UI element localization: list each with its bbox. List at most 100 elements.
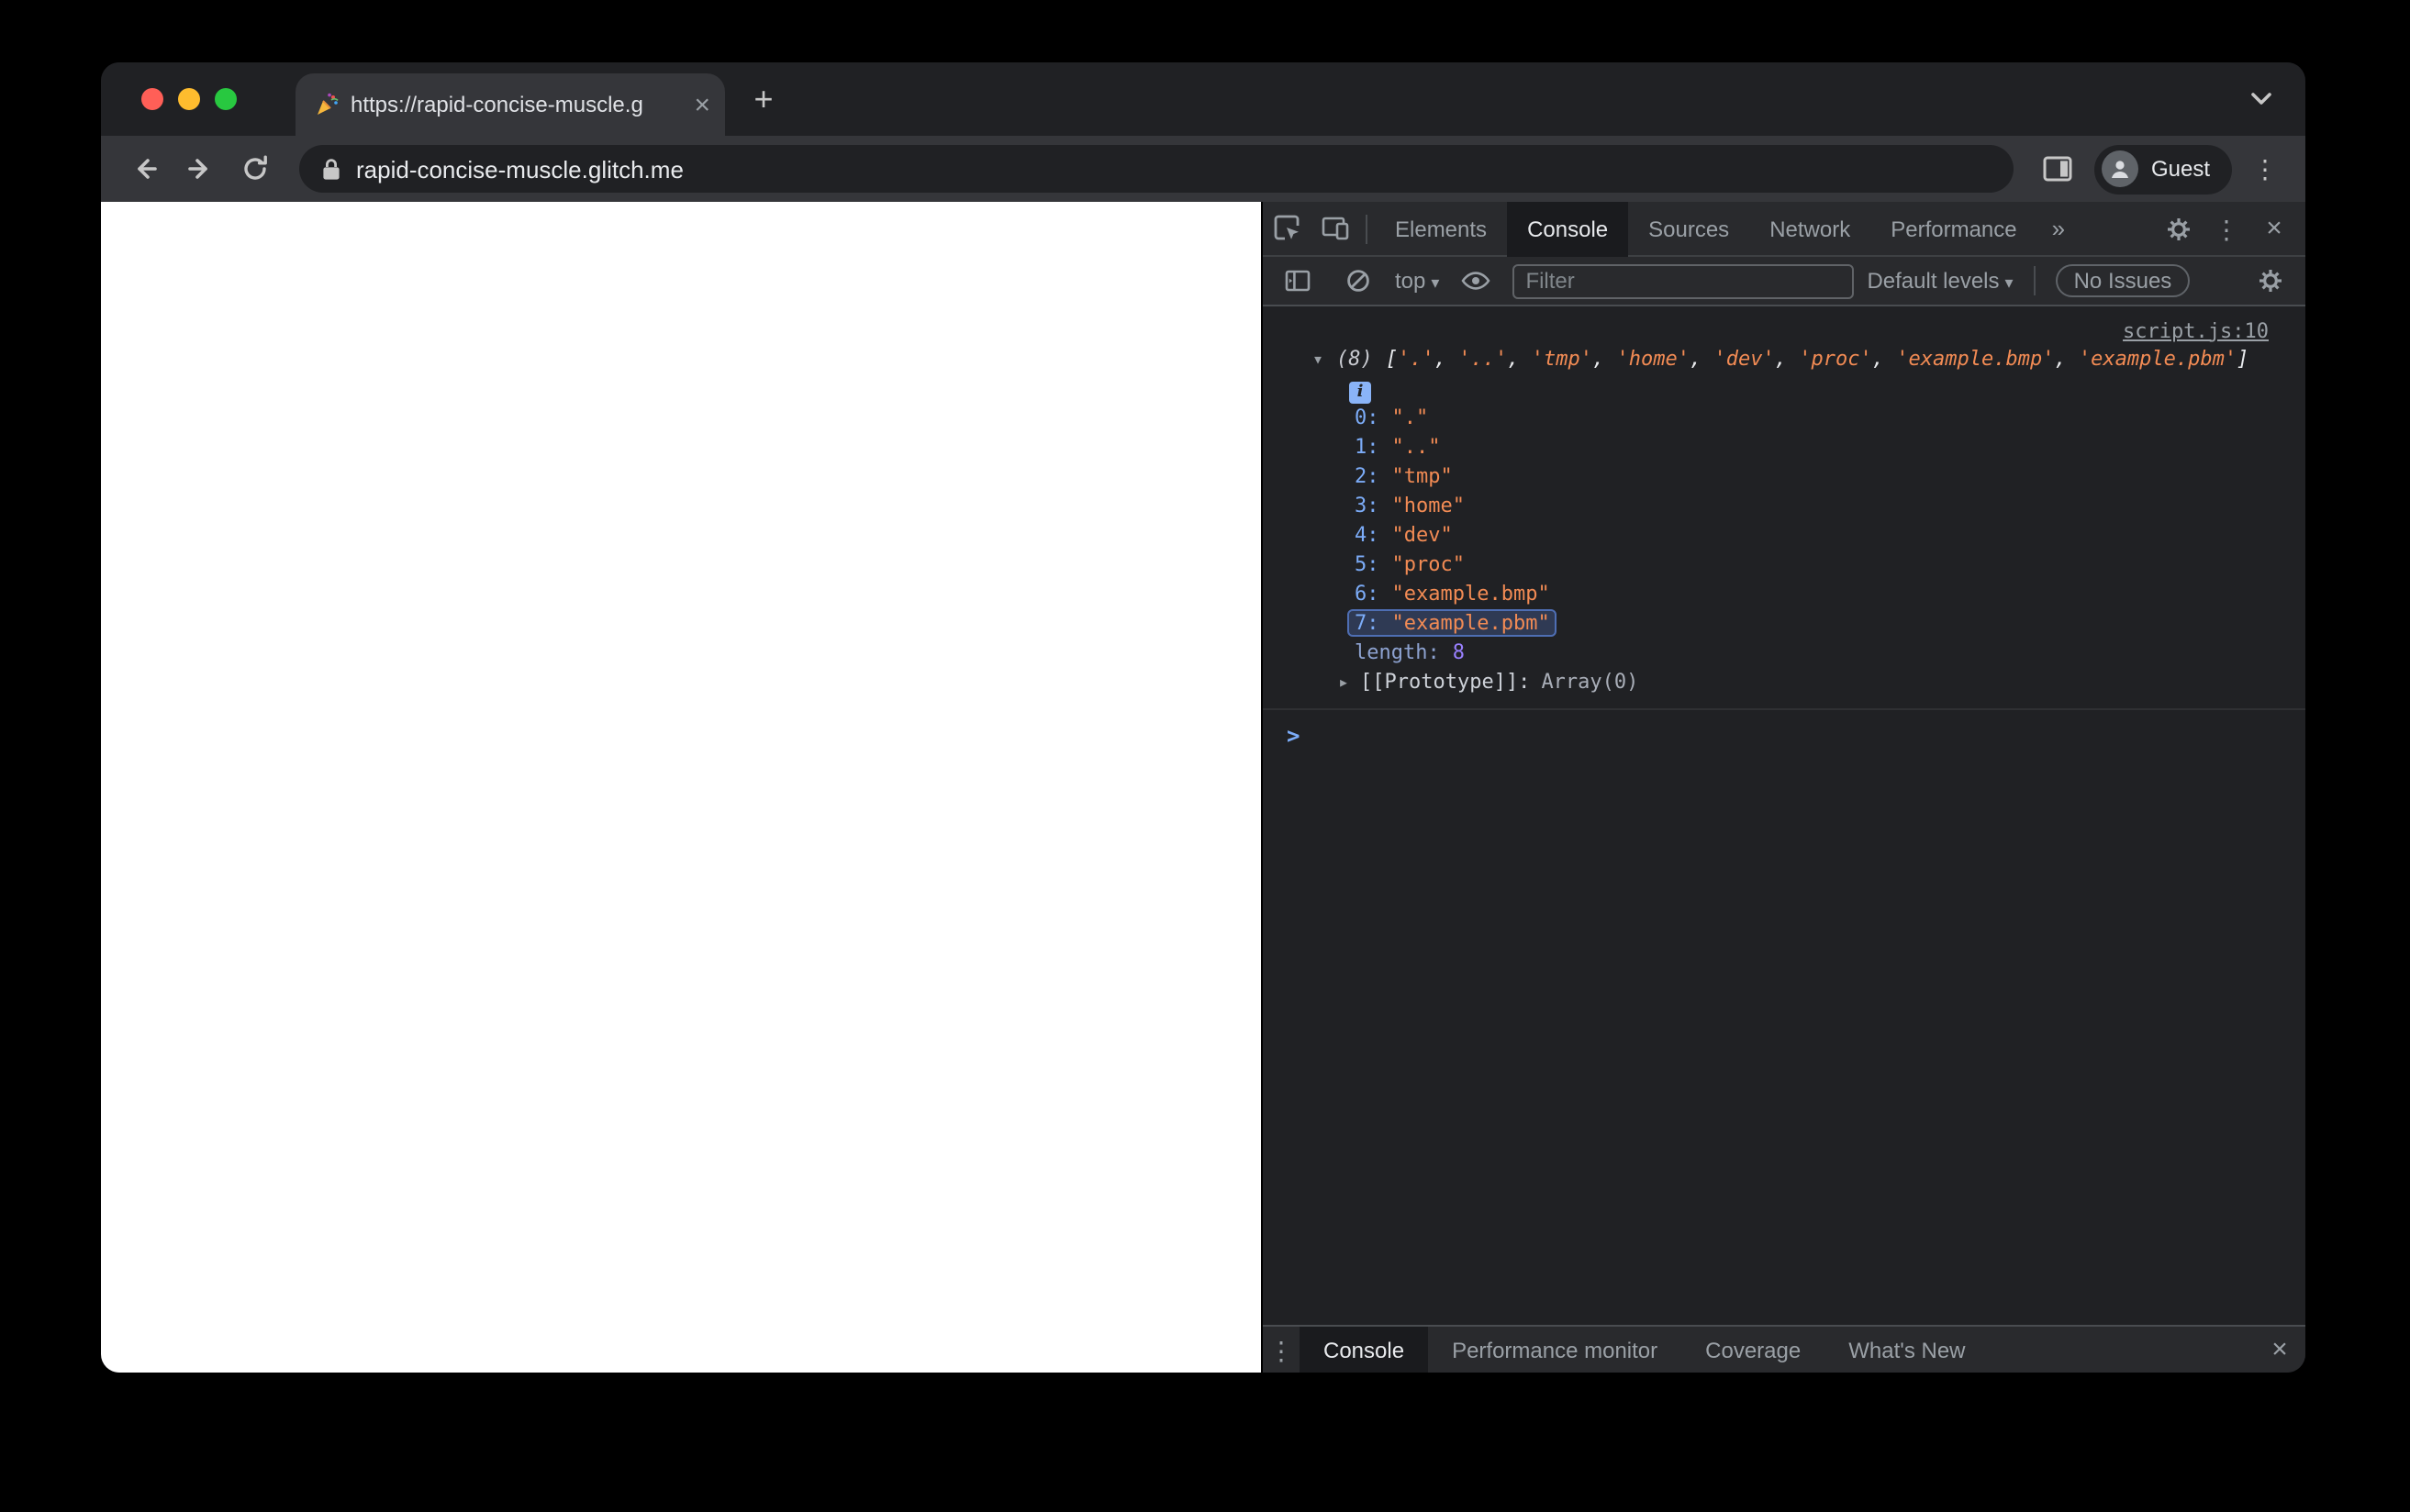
url-text: rapid-concise-muscle.glitch.me [356, 155, 684, 183]
devtools-tabbar-actions [2155, 205, 2305, 252]
bracket: ] [2237, 347, 2249, 371]
array-entry: 3: "home" [1263, 492, 2305, 521]
preview-item: '..' [1458, 347, 1508, 371]
separator: , [1774, 347, 1800, 371]
browser-toolbar: rapid-concise-muscle.glitch.me Guest [101, 136, 2305, 202]
separator: , [2054, 347, 2079, 371]
expand-triangle-icon[interactable] [1338, 670, 1349, 699]
entry-key: 0: [1355, 406, 1379, 429]
entry-key: 5: [1355, 552, 1379, 576]
array-length-badge: (8) [1336, 347, 1373, 371]
console-message: (8) ['.', '..', 'tmp', 'home', 'dev', 'pr… [1263, 345, 2305, 710]
info-row: i [1263, 376, 2305, 404]
context-selector-label: top [1395, 268, 1426, 294]
tab-performance[interactable]: Performance [1870, 201, 2036, 256]
reload-button[interactable] [229, 143, 281, 195]
bracket: [ [1385, 347, 1398, 371]
entry-key: 7: [1355, 611, 1379, 635]
separator: , [1434, 347, 1459, 371]
length-key: length: [1355, 640, 1440, 664]
desktop: https://rapid-concise-muscle.g × + rapid… [0, 0, 2410, 1512]
drawer-close-icon[interactable] [2254, 1326, 2305, 1373]
console-prompt[interactable]: > [1263, 721, 2305, 752]
entry-value: "proc" [1391, 552, 1466, 576]
tab-sources[interactable]: Sources [1628, 201, 1749, 256]
browser-tab[interactable]: https://rapid-concise-muscle.g [296, 73, 725, 136]
entry-value: "home" [1391, 494, 1466, 517]
dropdown-arrow-icon [1431, 268, 1439, 294]
back-button[interactable] [119, 143, 171, 195]
drawer-tab-console[interactable]: Console [1300, 1326, 1429, 1373]
profile-name: Guest [2150, 156, 2210, 182]
entry-key: 1: [1355, 435, 1379, 459]
console-sidebar-icon[interactable] [1274, 257, 1322, 305]
drawer-tab-whats-new[interactable]: What's New [1824, 1326, 1989, 1373]
window-maximize-button[interactable] [215, 88, 237, 110]
array-preview-row: (8) ['.', '..', 'tmp', 'home', 'dev', 'pr… [1263, 345, 2305, 376]
new-tab-button[interactable] [740, 75, 787, 123]
drawer-tab-performance-monitor[interactable]: Performance monitor [1428, 1326, 1681, 1373]
drawer-menu-icon[interactable] [1263, 1326, 1300, 1373]
side-panel-button[interactable] [2032, 143, 2083, 195]
separator: , [1592, 347, 1617, 371]
live-expression-eye-icon[interactable] [1452, 257, 1500, 305]
preview-item: 'dev' [1713, 347, 1775, 371]
console-settings-gear-icon[interactable] [2247, 257, 2294, 305]
browser-menu-icon[interactable] [2243, 147, 2287, 191]
entry-value: "." [1391, 406, 1429, 429]
lock-icon [321, 157, 341, 181]
page-viewport [101, 202, 1261, 1373]
tab-search-chevron-icon[interactable] [2250, 92, 2272, 106]
devtools-panel: Elements Console Sources Network Perform… [1261, 201, 2305, 1373]
profile-button[interactable]: Guest [2093, 144, 2232, 194]
clear-console-icon[interactable] [1334, 257, 1382, 305]
info-icon[interactable]: i [1349, 382, 1371, 404]
prototype-row: [[Prototype]]: Array(0) [1263, 668, 2305, 699]
array-entry: 1: ".." [1263, 433, 2305, 462]
entry-value: "example.bmp" [1391, 582, 1550, 606]
console-output: script.js:10 (8) ['.', '..', 'tmp', 'home… [1263, 306, 2305, 1325]
tab-title: https://rapid-concise-muscle.g [351, 92, 643, 117]
device-toolbar-icon[interactable] [1311, 205, 1358, 252]
entry-value: "example.pbm" [1391, 611, 1550, 635]
drawer-tab-coverage[interactable]: Coverage [1681, 1326, 1824, 1373]
array-entry: 4: "dev" [1263, 521, 2305, 550]
party-popper-favicon-icon [314, 92, 340, 117]
devtools-close-icon[interactable] [2250, 205, 2298, 252]
window-minimize-button[interactable] [178, 88, 200, 110]
tab-network[interactable]: Network [1749, 201, 1870, 256]
issues-badge[interactable]: No Issues [2055, 264, 2191, 297]
array-entry: 2: "tmp" [1263, 462, 2305, 492]
array-entry-highlighted: 7: "example.pbm" [1263, 609, 2305, 639]
window-close-button[interactable] [141, 88, 163, 110]
tab-console[interactable]: Console [1507, 201, 1629, 256]
avatar-icon [2101, 150, 2138, 187]
address-bar[interactable]: rapid-concise-muscle.glitch.me [299, 145, 2014, 193]
window-controls [101, 88, 262, 110]
devtools-drawer-bar: Console Performance monitor Coverage Wha… [1263, 1325, 2305, 1373]
forward-button[interactable] [174, 143, 226, 195]
preview-item: 'tmp' [1531, 347, 1592, 371]
log-levels-selector[interactable]: Default levels [1867, 268, 2013, 294]
inspect-element-icon[interactable] [1263, 205, 1311, 252]
entry-key: 6: [1355, 582, 1379, 606]
prototype-value: Array(0) [1541, 670, 1639, 694]
log-levels-label: Default levels [1867, 268, 2000, 294]
tab-close-icon[interactable] [694, 91, 710, 118]
context-selector[interactable]: top [1395, 268, 1439, 294]
collapse-triangle-icon[interactable] [1312, 347, 1323, 376]
tab-strip: https://rapid-concise-muscle.g [101, 62, 2305, 136]
array-entry: 5: "proc" [1263, 550, 2305, 580]
divider [1366, 214, 1367, 243]
more-tabs-icon[interactable] [2037, 215, 2080, 242]
preview-item: 'home' [1616, 347, 1690, 371]
tab-elements[interactable]: Elements [1375, 201, 1507, 256]
window-content: Elements Console Sources Network Perform… [101, 201, 2305, 1373]
devtools-menu-icon[interactable] [2203, 205, 2250, 252]
preview-item: 'example.bmp' [1896, 347, 2055, 371]
entry-key: 3: [1355, 494, 1379, 517]
settings-gear-icon[interactable] [2155, 205, 2203, 252]
source-location-link[interactable]: script.js:10 [2123, 318, 2269, 342]
separator: , [1871, 347, 1897, 371]
filter-input[interactable] [1512, 263, 1855, 298]
